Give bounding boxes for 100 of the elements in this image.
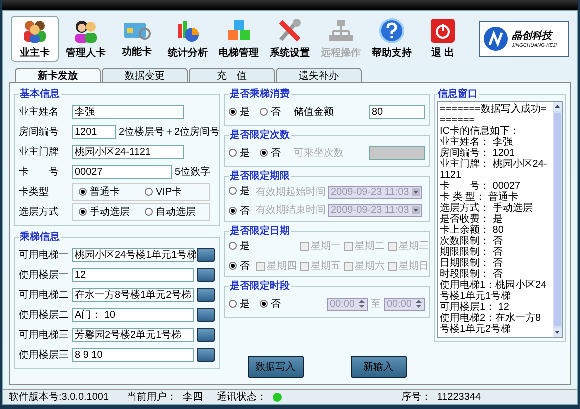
info-text-area[interactable] <box>437 101 563 338</box>
checkbox-label: 星期六 <box>355 260 385 273</box>
field-label: 使用楼层一 <box>19 268 69 282</box>
info-line: 日期限制： 否 <box>440 258 504 269</box>
toolbar-button[interactable]: 退 出 <box>419 16 467 62</box>
scrollbar-thumb[interactable] <box>554 113 561 326</box>
field-label: 使用楼层二 <box>19 308 69 322</box>
field-label: 有效期起始时间 <box>256 186 326 199</box>
info-line: 可用楼层1： 12 <box>440 302 510 313</box>
logo-name: 晶创科技 <box>512 30 554 43</box>
radio-label: 是 <box>240 298 250 311</box>
radio-label: 是 <box>240 147 250 160</box>
tab[interactable]: 充 值 <box>189 68 275 82</box>
group-title: 乘梯信息 <box>19 230 61 244</box>
checkbox-label: 星期二 <box>355 240 385 253</box>
status-label: 通讯状态： <box>217 390 268 404</box>
field-label: 业主门牌 <box>19 146 60 159</box>
radio-button[interactable] <box>79 208 87 216</box>
info-line: 业主姓名： 李强 <box>440 137 514 148</box>
scroll-up-icon[interactable] <box>553 102 562 111</box>
toolbar-button[interactable]: 功能卡 <box>113 16 161 62</box>
input-field[interactable]: 桃园小区24-1121 <box>72 145 184 159</box>
radio-button[interactable] <box>260 108 268 116</box>
serial-label: 序号： <box>401 390 432 404</box>
tools-icon <box>277 18 303 44</box>
field-hint: 2位楼层号＋2位房间号 <box>119 126 220 139</box>
browse-button[interactable] <box>197 248 215 262</box>
chart-icon <box>175 18 201 44</box>
radio-button[interactable] <box>145 208 153 216</box>
radio-label: 是 <box>240 106 250 119</box>
checkbox-label: 星期一 <box>311 240 341 253</box>
field-label: 可乘坐次数 <box>294 146 344 160</box>
checkbox-label: 星期日 <box>399 260 429 273</box>
browse-button[interactable] <box>197 288 215 302</box>
radio-button[interactable] <box>79 188 87 196</box>
field-label: 可用电梯三 <box>19 328 69 342</box>
info-line: 卡 类 型： 普通卡 <box>440 192 518 203</box>
info-line: 选层方式： 手动选层 <box>440 203 534 214</box>
action-button[interactable]: 新输入 <box>350 356 406 378</box>
group-title: 是否限定日期 <box>229 224 291 238</box>
input-field[interactable]: 80 <box>369 105 425 119</box>
browse-button[interactable] <box>197 348 215 362</box>
radio-label: 自动选层 <box>156 206 196 219</box>
people-icon <box>22 18 48 44</box>
action-button[interactable]: 数据写入 <box>248 356 304 378</box>
radio-label: 否 <box>271 298 281 311</box>
radio-button[interactable] <box>145 188 153 196</box>
info-line: 卡上余额： 80 <box>440 225 505 236</box>
radio-label: 手动选层 <box>90 206 130 219</box>
input-field[interactable]: 桃园小区24号楼1单元1号梯 <box>72 248 194 262</box>
checkbox-label: 星期四 <box>267 260 297 273</box>
version-text: 软件版本号:3.0.0.1001 <box>9 390 110 404</box>
browse-button[interactable] <box>197 328 215 342</box>
input-field[interactable]: 8 9 10 <box>72 348 194 362</box>
user-label: 当前用户： <box>127 390 178 404</box>
field-label: 可用电梯一 <box>19 248 69 262</box>
field-label: 卡 号 <box>19 166 60 179</box>
tab[interactable]: 遗失补办 <box>276 68 362 82</box>
input-field[interactable]: 12 <box>72 268 194 282</box>
toolbar-button[interactable]: 管理人卡 <box>62 16 110 62</box>
input-field[interactable]: 芳馨园2号楼2单元1号梯 <box>72 328 194 342</box>
field-label: 房间编号 <box>19 126 60 139</box>
field-label: 卡类型 <box>19 186 50 199</box>
group-title: 基本信息 <box>19 88 61 101</box>
input-field[interactable]: 李强 <box>72 105 184 119</box>
radio-label: 否 <box>271 147 281 160</box>
browse-button[interactable] <box>197 268 215 282</box>
input-field[interactable]: A门： 10 <box>72 308 194 322</box>
radio-label: 否 <box>240 260 250 273</box>
radio-label: 是 <box>240 185 250 198</box>
field-label: 至 <box>370 298 381 311</box>
tab[interactable]: 数据变更 <box>102 68 188 82</box>
input-field[interactable]: 00027 <box>72 165 172 179</box>
people-icon <box>73 18 99 44</box>
input-field[interactable]: 1201 <box>72 125 116 139</box>
info-line: 使用电梯1：桃园小区24号楼1单元1号梯 <box>440 280 548 302</box>
info-line: 时段限制： 否 <box>440 269 503 280</box>
info-line: 卡 号： 00027 <box>440 181 522 192</box>
field-hint: 5位数字 <box>175 166 211 179</box>
info-line: IC卡的信息如下： <box>440 126 521 137</box>
radio-label: 否 <box>271 106 281 119</box>
tab[interactable]: 新卡发放 <box>15 68 101 82</box>
radio-button[interactable] <box>229 108 237 116</box>
toolbar-button[interactable]: 系统设置 <box>266 16 314 62</box>
checkbox-label: 星期五 <box>311 260 341 273</box>
info-line: =======数据写入成功======= <box>440 104 548 126</box>
browse-button[interactable] <box>197 308 215 322</box>
toolbar-button[interactable]: 电梯管理 <box>215 16 263 62</box>
toolbar-button[interactable]: 帮助支持 <box>368 16 416 62</box>
scroll-down-icon[interactable] <box>553 328 562 337</box>
group-title: 是否乘梯消费 <box>229 88 291 101</box>
group-title: 是否限定期限 <box>229 169 291 183</box>
user-name: 李四 <box>183 390 204 404</box>
toolbar-button[interactable]: 统计分析 <box>164 16 212 62</box>
input-field[interactable]: 在水一方8号楼1单元2号梯 <box>72 288 194 302</box>
field-label: 业主姓名 <box>19 106 60 119</box>
toolbar-button[interactable]: 业主卡 <box>11 16 59 62</box>
info-line: 是否收费： 是 <box>440 214 504 225</box>
field-label: 储值金额 <box>294 106 334 119</box>
info-line: 业主门牌： 桃园小区24-1121 <box>440 159 548 181</box>
